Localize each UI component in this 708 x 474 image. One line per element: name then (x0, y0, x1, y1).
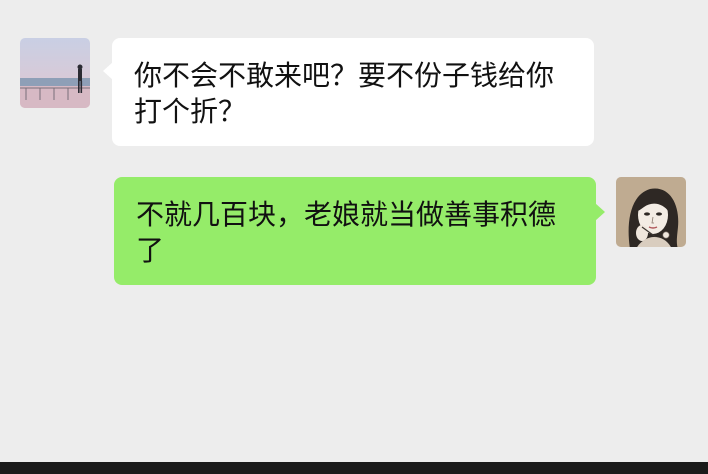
sketch-woman-avatar-icon (616, 177, 686, 247)
chat-message-list: 你不会不敢来吧？要不份子钱给你打个折？ 不就几百块，老娘就当做善事积德了 (0, 0, 708, 462)
incoming-message-bubble[interactable]: 你不会不敢来吧？要不份子钱给你打个折？ (103, 38, 594, 146)
incoming-message-text: 你不会不敢来吧？要不份子钱给你打个折？ (134, 59, 555, 128)
seaside-person-avatar-icon (20, 38, 90, 108)
bottom-bar (0, 462, 708, 474)
self-avatar[interactable] (616, 177, 686, 247)
outgoing-message-text: 不就几百块，老娘就当做善事积德了 (136, 198, 557, 267)
outgoing-message-bubble[interactable]: 不就几百块，老娘就当做善事积德了 (114, 177, 605, 285)
contact-avatar[interactable] (20, 38, 90, 108)
